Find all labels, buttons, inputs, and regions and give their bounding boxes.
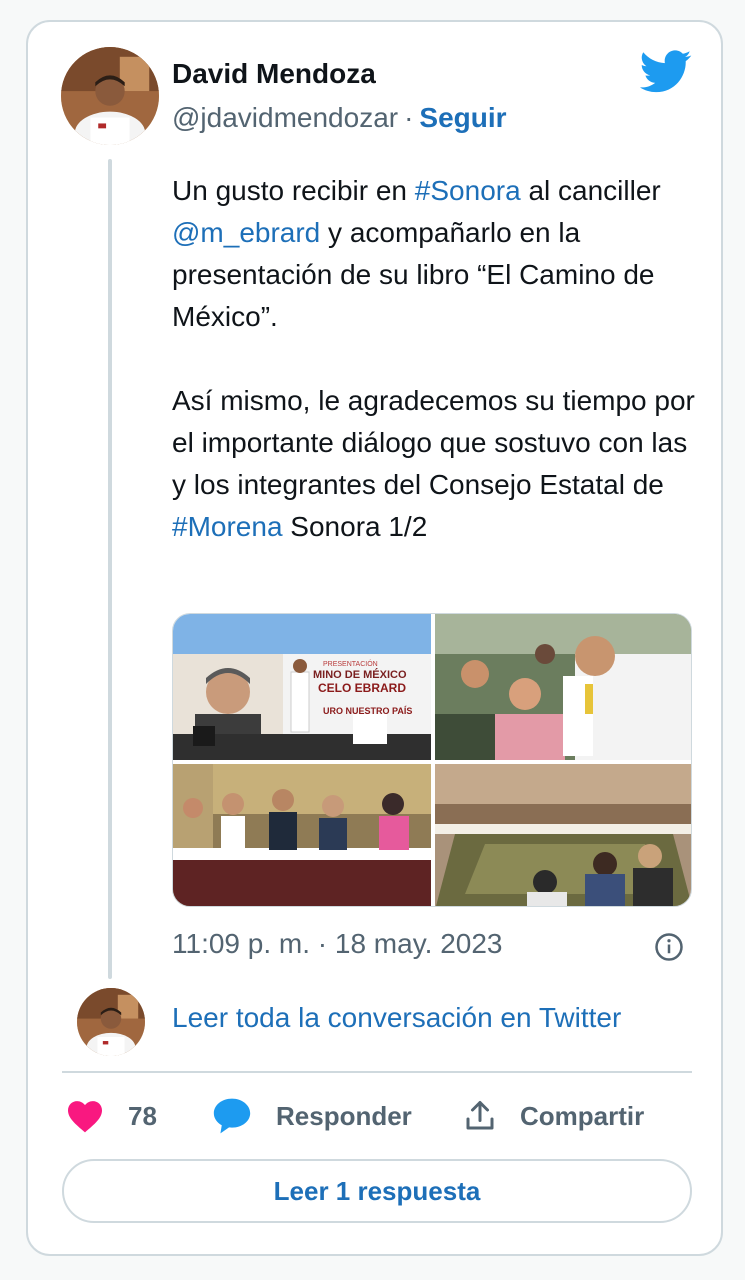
- photo-event-stage[interactable]: PRESENTACIÓN MINO DE MÉXICO CELO EBRARD …: [173, 614, 431, 760]
- thread-line: [108, 159, 112, 979]
- share-upload-icon: [466, 1101, 494, 1130]
- author-handle-row: @jdavidmendozar · Seguir: [172, 102, 507, 134]
- author-name[interactable]: David Mendoza: [172, 58, 376, 90]
- hashtag-sonora[interactable]: #Sonora: [415, 175, 521, 206]
- text-fragment: Sonora 1/2: [282, 511, 428, 542]
- read-replies-button[interactable]: Leer 1 respuesta: [62, 1159, 692, 1223]
- separator: ·: [404, 102, 414, 133]
- text-fragment: Un gusto recibir en: [172, 175, 415, 206]
- photo-meeting-table[interactable]: [173, 764, 431, 906]
- text-fragment: al canciller: [520, 175, 661, 206]
- divider: [62, 1071, 692, 1073]
- read-conversation-link[interactable]: Leer toda la conversación en Twitter: [172, 1002, 621, 1034]
- speech-bubble-icon: [213, 1098, 251, 1134]
- like-button[interactable]: 78: [66, 1094, 157, 1138]
- svg-text:CELO EBRARD: CELO EBRARD: [318, 681, 406, 695]
- text-fragment: Así mismo, le agradecemos su tiempo por …: [172, 385, 695, 500]
- tweet-paragraph-2: Así mismo, le agradecemos su tiempo por …: [172, 380, 702, 548]
- follow-button[interactable]: Seguir: [419, 102, 506, 133]
- action-bar: 78 Responder Compartir: [62, 1094, 692, 1138]
- media-grid: PRESENTACIÓN MINO DE MÉXICO CELO EBRARD …: [172, 613, 692, 907]
- like-count: 78: [128, 1100, 157, 1131]
- twitter-bird-icon[interactable]: [640, 50, 692, 94]
- author-avatar-small[interactable]: [77, 988, 145, 1056]
- share-button[interactable]: Compartir: [462, 1094, 644, 1138]
- info-icon[interactable]: [654, 932, 684, 962]
- author-avatar[interactable]: [61, 47, 159, 145]
- heart-icon: [68, 1101, 102, 1133]
- mention-m-ebrard[interactable]: @m_ebrard: [172, 217, 320, 248]
- tweet-card: David Mendoza @jdavidmendozar · Seguir Un …: [26, 20, 723, 1256]
- svg-text:MINO DE MÉXICO: MINO DE MÉXICO: [313, 668, 407, 681]
- photo-crowd-selfie[interactable]: [435, 614, 691, 760]
- hashtag-morena[interactable]: #Morena: [172, 511, 283, 542]
- tweet-text: Un gusto recibir en #Sonora al canciller…: [172, 170, 702, 548]
- reply-button[interactable]: Responder: [212, 1094, 412, 1138]
- photo-conference-room[interactable]: [435, 764, 691, 906]
- share-label: Compartir: [520, 1100, 645, 1131]
- tweet-timestamp[interactable]: 11:09 p. m. · 18 may. 2023: [172, 928, 502, 960]
- author-handle[interactable]: @jdavidmendozar: [172, 102, 398, 133]
- reply-label: Responder: [276, 1100, 412, 1131]
- tweet-paragraph-1: Un gusto recibir en #Sonora al canciller…: [172, 170, 702, 338]
- svg-text:PRESENTACIÓN: PRESENTACIÓN: [323, 659, 378, 668]
